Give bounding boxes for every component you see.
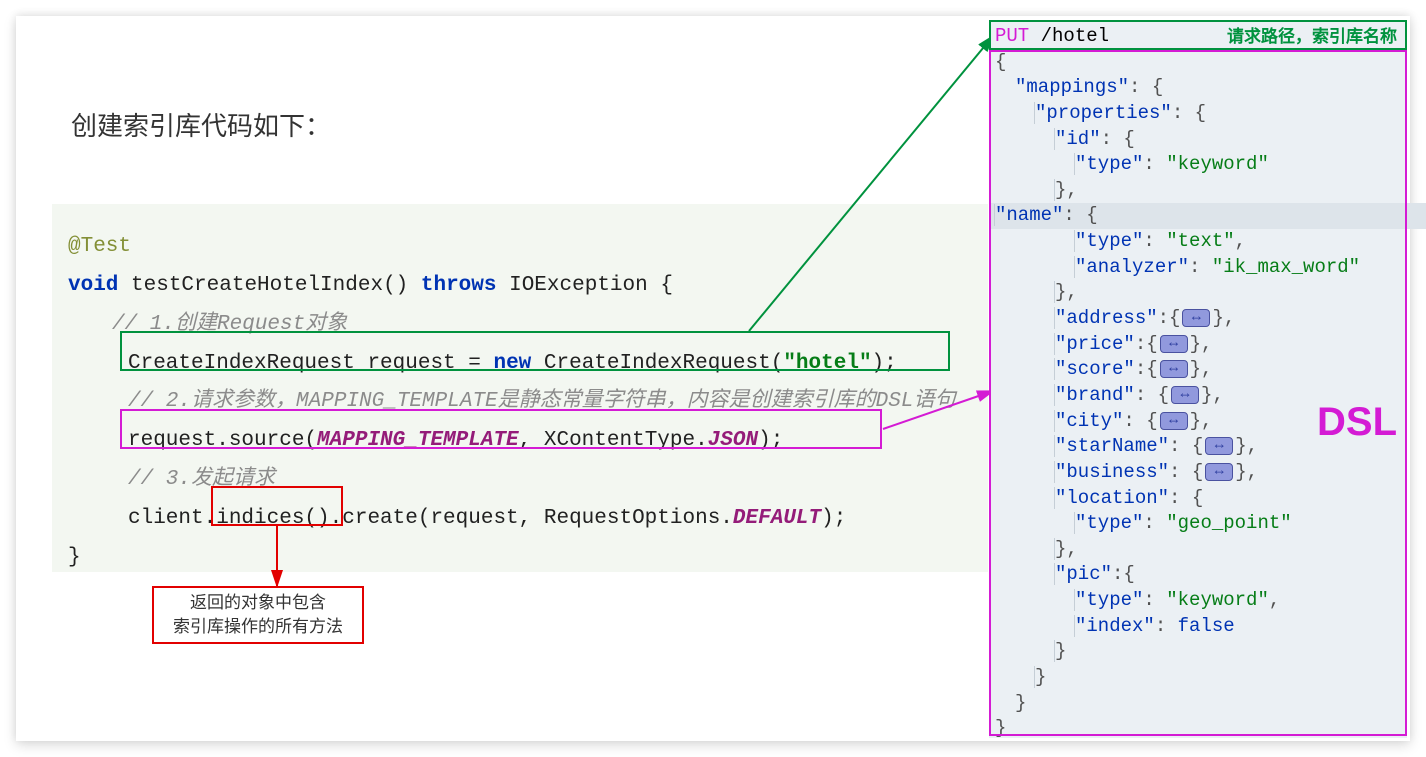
comment-1: // 1.创建Request对象 — [112, 313, 347, 336]
fold-icon[interactable] — [1205, 463, 1233, 481]
fold-icon[interactable] — [1160, 360, 1188, 378]
void-keyword: void — [68, 274, 118, 297]
close-brace: } — [68, 546, 81, 569]
pic-key: "pic" — [1055, 563, 1112, 585]
code-client-a: client.indices().create(request, Request… — [128, 507, 733, 530]
id-type-key: "type" — [1075, 153, 1143, 175]
fold-icon[interactable] — [1205, 437, 1233, 455]
properties-key: "properties" — [1035, 102, 1172, 124]
pic-type-val: "keyword" — [1166, 589, 1269, 611]
name-analyzer-key: "analyzer" — [1075, 256, 1189, 278]
dsl-path: /hotel — [1029, 25, 1109, 47]
annotation-line1: 返回的对象中包含 — [190, 591, 326, 615]
price-key: "price" — [1055, 333, 1135, 355]
annotation-line2: 索引库操作的所有方法 — [173, 615, 343, 639]
dsl-big-label: DSL — [1317, 395, 1397, 449]
fold-icon[interactable] — [1171, 386, 1199, 404]
json-open: { — [995, 51, 1006, 73]
name-analyzer-val: "ik_max_word" — [1212, 256, 1360, 278]
brand-key: "brand" — [1055, 384, 1135, 406]
id-type-val: "keyword" — [1166, 153, 1269, 175]
fold-icon[interactable] — [1160, 335, 1188, 353]
comment-3: // 3.发起请求 — [128, 468, 275, 491]
new-keyword: new — [493, 352, 531, 375]
city-key: "city" — [1055, 410, 1123, 432]
method-sig: testCreateHotelIndex() — [118, 274, 420, 297]
slide-container: 创建索引库代码如下： @Test void testCreateHotelInd… — [16, 16, 1410, 741]
code-source-a: request.source( — [128, 429, 317, 452]
code-client-b: ); — [821, 507, 846, 530]
code-source-c: ); — [758, 429, 783, 452]
pic-index-key: "index" — [1075, 615, 1155, 637]
java-code-block: @Test void testCreateHotelIndex() throws… — [52, 204, 988, 572]
comment-2: // 2.请求参数，MAPPING_TEMPLATE是静态常量字符串，内容是创建… — [128, 390, 955, 413]
hotel-string: "hotel" — [783, 352, 871, 375]
pic-type-key: "type" — [1075, 589, 1143, 611]
dsl-code-panel: PUT /hotel 请求路径，索引库名称 { "mappings": { "p… — [989, 20, 1407, 738]
mappings-key: "mappings" — [1015, 76, 1129, 98]
pic-index-val: false — [1178, 615, 1235, 637]
location-type-key: "type" — [1075, 512, 1143, 534]
location-key: "location" — [1055, 487, 1169, 509]
code-source-b: , XContentType. — [519, 429, 708, 452]
test-annotation: @Test — [68, 235, 131, 258]
mapping-template-const: MAPPING_TEMPLATE — [317, 429, 519, 452]
put-method: PUT — [995, 25, 1029, 47]
throws-keyword: throws — [421, 274, 497, 297]
default-const: DEFAULT — [733, 507, 821, 530]
code-create-req: CreateIndexRequest request = — [128, 352, 493, 375]
name-key: "name" — [995, 204, 1063, 226]
json-const: JSON — [708, 429, 758, 452]
address-key: "address" — [1055, 307, 1158, 329]
business-key: "business" — [1055, 461, 1169, 483]
code-create-req-b: CreateIndexRequest( — [531, 352, 783, 375]
starName-key: "starName" — [1055, 435, 1169, 457]
slide-title: 创建索引库代码如下： — [71, 106, 331, 143]
id-key: "id" — [1055, 128, 1101, 150]
exception-decl: IOException { — [497, 274, 673, 297]
dsl-path-annotation: 请求路径，索引库名称 — [1227, 26, 1397, 49]
red-annotation-callout: 返回的对象中包含 索引库操作的所有方法 — [152, 586, 364, 644]
fold-icon[interactable] — [1160, 412, 1188, 430]
code-create-req-c: ); — [872, 352, 897, 375]
fold-icon[interactable] — [1182, 309, 1210, 327]
score-key: "score" — [1055, 358, 1135, 380]
name-type-key: "type" — [1075, 230, 1143, 252]
location-type-val: "geo_point" — [1166, 512, 1291, 534]
name-type-val: "text" — [1166, 230, 1234, 252]
